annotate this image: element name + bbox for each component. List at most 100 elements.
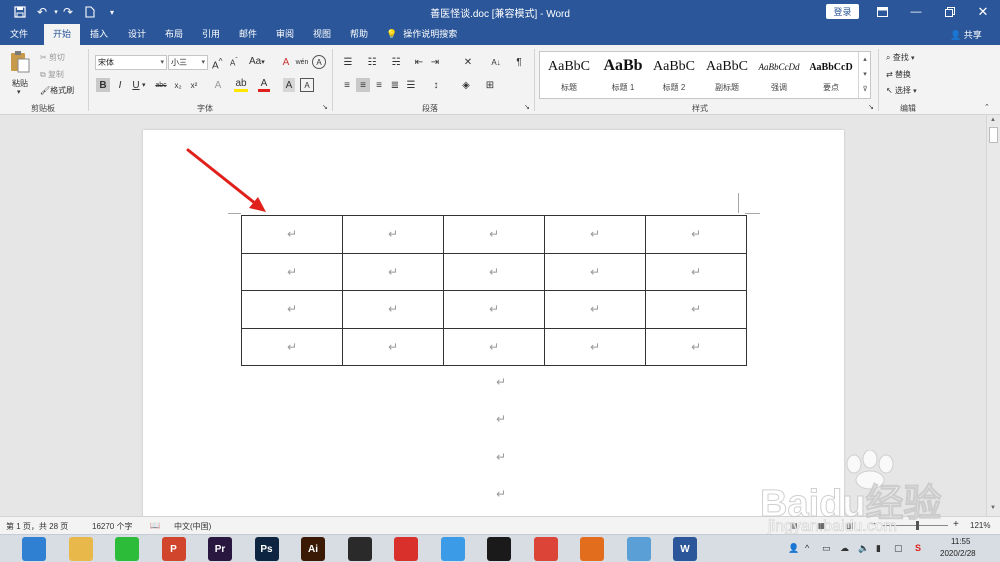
scroll-down-icon[interactable]: ▼ — [990, 505, 996, 511]
table-cell[interactable]: ↵ — [544, 215, 646, 254]
char-shading-icon[interactable]: A — [283, 78, 295, 92]
login-button[interactable]: 登录 — [826, 4, 859, 19]
font-name-combo[interactable]: 宋体 ▾ — [95, 55, 167, 70]
decrease-indent-icon[interactable]: ⇤ — [412, 55, 426, 69]
shading-icon[interactable]: ◈ — [458, 78, 474, 92]
find-button[interactable]: ⌕ 查找 ▾ — [886, 52, 914, 63]
table-cell[interactable]: ↵ — [241, 252, 343, 291]
clear-format-icon[interactable]: A — [279, 55, 293, 69]
text-effects-icon[interactable]: A — [212, 78, 224, 92]
font-size-combo[interactable]: 小三 ▾ — [168, 55, 208, 70]
increase-indent-icon[interactable]: ⇥ — [428, 55, 442, 69]
styles-dialog-launcher-icon[interactable]: ↘ — [868, 103, 874, 111]
justify-icon[interactable]: ≣ — [388, 78, 402, 92]
style-subtitle[interactable]: AaBbC 副标题 — [700, 52, 754, 98]
tab-view[interactable]: 视图 — [307, 24, 337, 45]
speaker-icon[interactable]: 🔈 — [858, 543, 869, 554]
font-dialog-launcher-icon[interactable]: ↘ — [322, 103, 328, 111]
style-title[interactable]: AaBbC 标题 — [542, 52, 596, 98]
font-color-icon[interactable]: A — [258, 78, 270, 92]
table-cell[interactable]: ↵ — [443, 252, 545, 291]
tab-help[interactable]: 帮助 — [344, 24, 374, 45]
proofing-icon[interactable]: 📖 — [150, 521, 160, 530]
table-cell[interactable]: ↵ — [544, 252, 646, 291]
scroll-up-icon[interactable]: ▲ — [990, 117, 996, 123]
notepad-icon[interactable] — [626, 537, 651, 561]
illustrator-icon[interactable]: Ai — [301, 537, 325, 561]
tab-references[interactable]: 引用 — [196, 24, 226, 45]
align-center-icon[interactable]: ≡ — [356, 78, 370, 92]
tab-file[interactable]: 文件 — [4, 24, 34, 45]
show-marks-icon[interactable]: ¶ — [512, 55, 526, 69]
share-button[interactable]: 👤 共享 — [950, 28, 982, 41]
ribbon-display-icon[interactable] — [872, 3, 892, 21]
file-explorer-icon[interactable] — [68, 537, 93, 561]
zoom-slider-thumb[interactable] — [916, 521, 919, 530]
close-icon[interactable]: ✕ — [973, 3, 993, 21]
line-spacing-icon[interactable]: ↕ — [428, 78, 444, 92]
wechat-icon[interactable] — [115, 537, 139, 561]
subscript-button[interactable]: x₂ — [172, 78, 184, 92]
chinese-layout-icon[interactable]: ✕ — [460, 55, 476, 69]
word-icon[interactable]: W — [673, 537, 697, 561]
table-cell[interactable]: ↵ — [241, 327, 343, 366]
tab-mailings[interactable]: 邮件 — [233, 24, 263, 45]
minimize-icon[interactable]: — — [906, 3, 926, 21]
table-cell[interactable]: ↵ — [645, 290, 747, 329]
qq-browser-icon[interactable] — [440, 537, 465, 561]
italic-button[interactable]: I — [114, 78, 126, 92]
cloud-icon[interactable]: ☁ — [840, 543, 849, 554]
photoshop-icon[interactable]: Ps — [254, 537, 279, 561]
premiere-icon[interactable]: Pr — [208, 537, 232, 561]
replace-button[interactable]: ⇄ 替换 — [886, 69, 911, 80]
highlight-icon[interactable]: ab — [234, 78, 248, 92]
chrome-icon[interactable] — [533, 537, 558, 561]
tab-home[interactable]: 开始 — [44, 24, 80, 45]
print-layout-icon[interactable]: ▦ — [818, 521, 826, 530]
table-cell[interactable]: ↵ — [342, 327, 444, 366]
bullets-icon[interactable]: ☰ — [340, 55, 356, 69]
browser-360-icon[interactable] — [22, 537, 46, 561]
superscript-button[interactable]: x² — [188, 78, 200, 92]
multilevel-list-icon[interactable]: ☵ — [388, 55, 404, 69]
document-page[interactable]: ↵ ↵ ↵ ↵ ↵ ↵ ↵ ↵ ↵ ↵ ↵ ↵ ↵ ↵ ↵ ↵ ↵ ↵ ↵ ↵ ↵ ↵ ↵ ↵ — [143, 130, 844, 516]
table-cell[interactable]: ↵ — [443, 290, 545, 329]
word-count[interactable]: 16270 个字 — [92, 521, 132, 532]
paragraph-dialog-launcher-icon[interactable]: ↘ — [524, 103, 530, 111]
align-right-icon[interactable]: ≡ — [372, 78, 386, 92]
restore-icon[interactable] — [940, 3, 960, 21]
style-emphasis[interactable]: AaBbCcDd 强调 — [752, 52, 806, 98]
tab-review[interactable]: 审阅 — [270, 24, 300, 45]
video-editor-icon[interactable] — [347, 537, 372, 561]
table-cell[interactable]: ↵ — [645, 215, 747, 254]
foxmail-icon[interactable] — [580, 537, 604, 561]
style-strong[interactable]: AaBbCcD 要点 — [804, 52, 858, 98]
format-painter-button[interactable]: 🖌格式刷 — [40, 85, 74, 96]
language[interactable]: 中文(中国) — [174, 521, 211, 532]
paste-dropdown-icon[interactable]: ▾ — [17, 88, 21, 96]
table-cell[interactable]: ↵ — [443, 215, 545, 254]
copy-button[interactable]: ⧉ 复制 — [40, 69, 64, 80]
battery-icon[interactable]: ▮ — [876, 543, 881, 554]
network-icon[interactable]: ▭ — [822, 543, 831, 554]
people-icon[interactable]: 👤 — [788, 543, 799, 554]
clock-time[interactable]: 11:55 — [951, 537, 970, 546]
tab-layout[interactable]: 布局 — [159, 24, 189, 45]
qq-icon[interactable] — [487, 537, 511, 561]
change-case-button[interactable]: Aa▾ — [249, 56, 265, 67]
table-cell[interactable]: ↵ — [544, 290, 646, 329]
sogou-ime-icon[interactable]: S — [915, 543, 921, 553]
underline-button[interactable]: U — [130, 78, 142, 92]
table-cell[interactable]: ↵ — [342, 215, 444, 254]
table-cell[interactable]: ↵ — [443, 327, 545, 366]
web-layout-icon[interactable]: ▥ — [846, 521, 854, 530]
strikethrough-button[interactable]: abc — [153, 78, 169, 92]
bold-button[interactable]: B — [96, 78, 110, 92]
vertical-scrollbar[interactable]: ▲ ▼ — [986, 115, 1000, 516]
xmind-icon[interactable] — [394, 537, 418, 561]
paste-icon[interactable] — [8, 49, 32, 75]
zoom-level[interactable]: 121% — [970, 521, 990, 530]
table-cell[interactable]: ↵ — [645, 252, 747, 291]
tab-insert[interactable]: 插入 — [84, 24, 114, 45]
table-cell[interactable]: ↵ — [241, 215, 343, 254]
